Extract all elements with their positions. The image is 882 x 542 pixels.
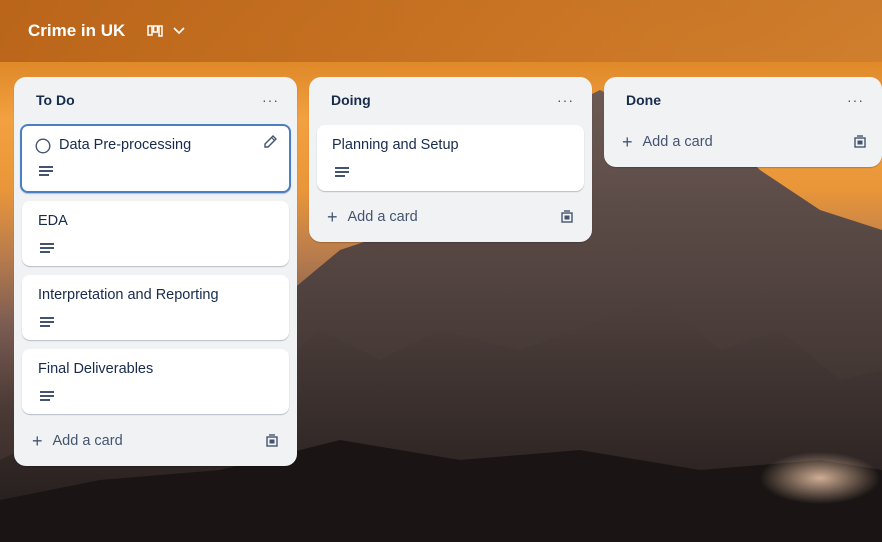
add-card-label: Add a card <box>347 209 418 225</box>
plus-icon: + <box>32 431 43 451</box>
create-from-template-icon[interactable] <box>853 135 867 149</box>
board-header: Crime in UK <box>0 0 882 62</box>
chevron-down-icon[interactable] <box>173 27 185 35</box>
description-icon <box>40 243 54 253</box>
card-title: Final Deliverables <box>38 361 154 377</box>
plus-icon: + <box>622 132 633 152</box>
list-menu-button[interactable]: ··· <box>841 88 870 112</box>
plus-icon: + <box>327 207 338 227</box>
add-card-label: Add a card <box>52 433 123 449</box>
edit-pencil-icon[interactable] <box>263 134 278 154</box>
list-header: Done ··· <box>604 77 882 123</box>
card-interpretation-and-reporting[interactable]: Interpretation and Reporting <box>22 275 289 340</box>
complete-checkbox-icon[interactable] <box>35 138 51 159</box>
list-menu-button[interactable]: ··· <box>551 88 580 112</box>
board-title[interactable]: Crime in UK <box>28 21 125 41</box>
card-planning-and-setup[interactable]: Planning and Setup <box>317 125 584 191</box>
add-card-label: Add a card <box>642 134 713 150</box>
description-icon <box>40 317 54 327</box>
list-title[interactable]: Doing <box>331 92 371 108</box>
list-doing: Doing ··· Planning and Setup + Add a car… <box>309 77 592 242</box>
create-from-template-icon[interactable] <box>560 210 574 224</box>
description-icon <box>40 391 54 401</box>
card-title: Planning and Setup <box>332 137 459 153</box>
card-eda[interactable]: EDA <box>22 201 289 266</box>
list-to-do: To Do ··· Data Pre-processing EDA Interp… <box>14 77 297 466</box>
list-menu-button[interactable]: ··· <box>256 88 285 112</box>
add-card-button[interactable]: + Add a card <box>327 208 418 226</box>
list-title[interactable]: Done <box>626 92 661 108</box>
board-view-icon[interactable] <box>147 25 164 37</box>
create-from-template-icon[interactable] <box>265 434 279 448</box>
description-icon <box>39 166 53 176</box>
add-card-button[interactable]: + Add a card <box>622 133 713 151</box>
list-title[interactable]: To Do <box>36 92 75 108</box>
list-header: To Do ··· <box>14 77 297 123</box>
description-icon <box>335 167 349 177</box>
list-done: Done ··· + Add a card <box>604 77 882 167</box>
card-data-pre-processing[interactable]: Data Pre-processing <box>20 124 291 193</box>
card-title: Interpretation and Reporting <box>38 287 219 303</box>
card-final-deliverables[interactable]: Final Deliverables <box>22 349 289 414</box>
list-header: Doing ··· <box>309 77 592 123</box>
add-card-button[interactable]: + Add a card <box>32 432 123 450</box>
card-title: Data Pre-processing <box>59 137 192 153</box>
card-title: EDA <box>38 213 68 229</box>
